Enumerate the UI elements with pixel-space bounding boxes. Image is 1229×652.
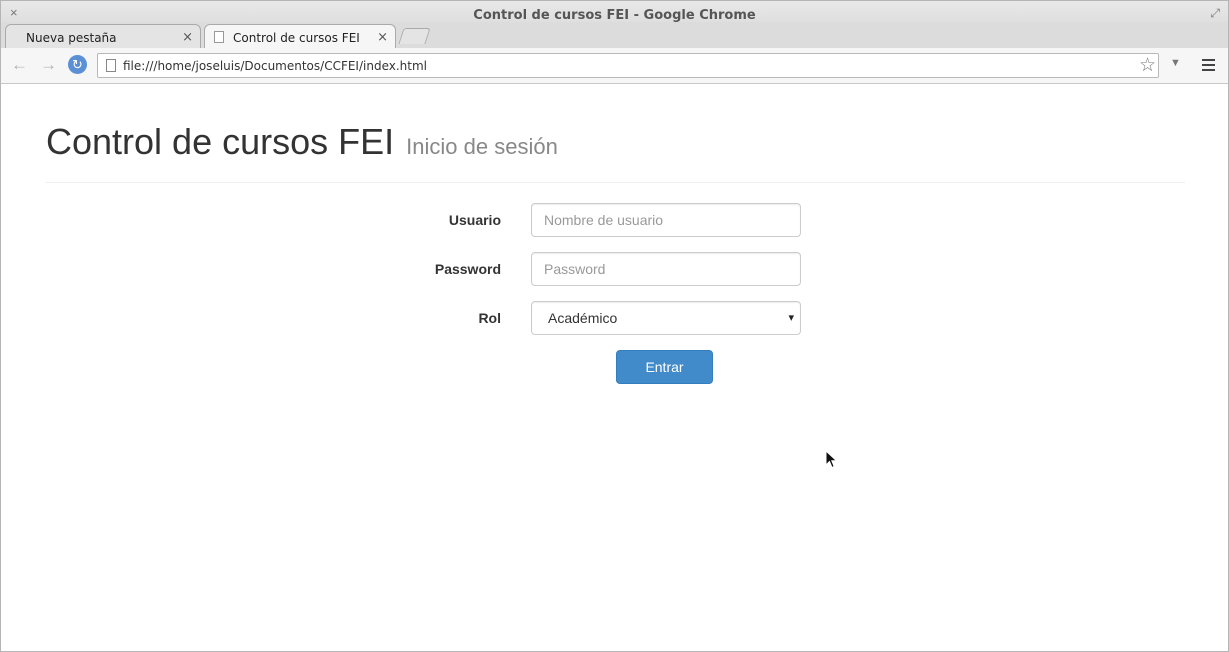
entrar-button[interactable]: Entrar [616, 350, 713, 384]
page-icon [214, 31, 224, 43]
tab-close-icon[interactable]: × [377, 30, 388, 45]
page-viewport: Control de cursos FEI Inicio de sesión U… [0, 84, 1229, 652]
tab-label: Nueva pestaña [26, 31, 117, 45]
mouse-cursor-icon [825, 450, 838, 469]
password-input[interactable] [531, 252, 801, 286]
window-title: Control de cursos FEI - Google Chrome [473, 8, 756, 23]
browser-toolbar: ← → ↻ file:///home/joseluis/Documentos/C… [0, 48, 1229, 84]
rol-select[interactable]: Académico ▾ [531, 301, 801, 335]
tab-close-icon[interactable]: × [182, 30, 193, 45]
page-subtitle: Inicio de sesión [406, 134, 558, 159]
form-row-usuario: Usuario [1, 203, 1229, 239]
forward-arrow-icon[interactable]: → [40, 55, 57, 75]
usuario-input[interactable] [531, 203, 801, 237]
page-title-text: Control de cursos FEI [46, 121, 395, 162]
password-label: Password [434, 261, 501, 277]
url-text[interactable]: file:///home/joseluis/Documentos/CCFEI/i… [123, 59, 427, 73]
usuario-label: Usuario [448, 212, 501, 228]
reload-icon[interactable]: ↻ [68, 55, 87, 74]
back-arrow-icon[interactable]: ← [11, 55, 28, 75]
rol-selected-value: Académico [548, 310, 618, 326]
file-icon [106, 59, 116, 72]
window-maximize-icon[interactable]: ⤢ [1210, 6, 1220, 21]
page-header: Control de cursos FEI Inicio de sesión [46, 122, 1185, 183]
bookmark-star-icon[interactable]: ☆ [1139, 54, 1156, 77]
caret-down-icon: ▾ [788, 312, 794, 324]
page-title: Control de cursos FEI Inicio de sesión [46, 122, 1185, 162]
form-row-rol: Rol Académico ▾ [1, 301, 1229, 337]
new-tab-button[interactable] [398, 28, 431, 44]
address-bar[interactable]: file:///home/joseluis/Documentos/CCFEI/i… [97, 53, 1159, 78]
rol-label: Rol [478, 310, 501, 326]
tab-nueva-pestana[interactable]: Nueva pestaña × [5, 24, 201, 48]
tab-label: Control de cursos FEI [233, 31, 360, 45]
tab-control-de-cursos[interactable]: Control de cursos FEI × [204, 24, 396, 48]
tab-strip: Nueva pestaña × Control de cursos FEI × [0, 22, 1229, 48]
hamburger-menu-icon[interactable] [1202, 59, 1215, 71]
chevron-down-icon[interactable]: ▼ [1170, 57, 1181, 69]
form-row-password: Password [1, 252, 1229, 288]
